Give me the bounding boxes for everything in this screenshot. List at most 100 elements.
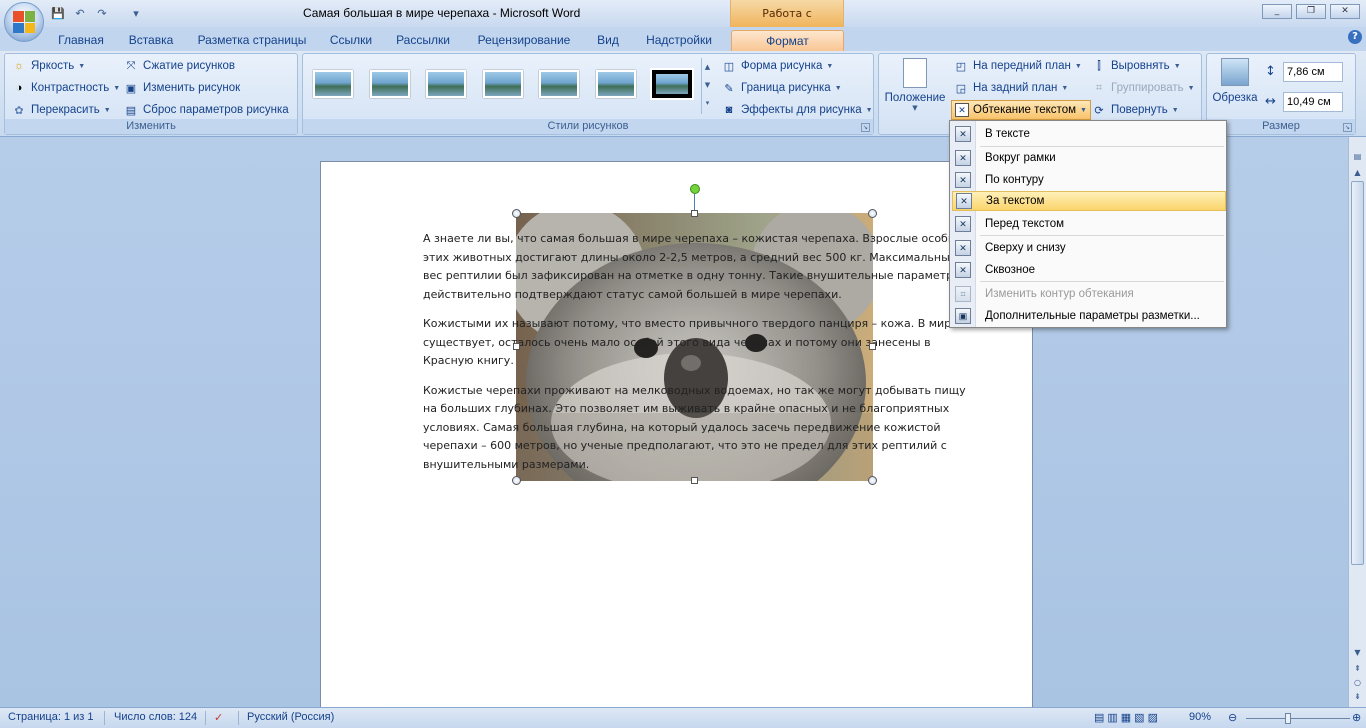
rotate-button[interactable]: ⟳ Повернуть ▼ xyxy=(1091,100,1178,120)
zoom-slider[interactable] xyxy=(1246,718,1350,719)
browse-object-icon[interactable]: ○ xyxy=(1352,677,1363,688)
scroll-down-icon[interactable]: ▼ xyxy=(1352,647,1363,658)
group-adjust-label: Изменить xyxy=(5,119,297,134)
menu-item-tight[interactable]: ✕ По контуру xyxy=(952,170,1226,190)
menu-item-inline[interactable]: ✕ В тексте xyxy=(952,124,1226,144)
contrast-label: Контрастность xyxy=(31,82,110,94)
send-to-back-button[interactable]: ◲ На задний план ▼ xyxy=(953,78,1069,98)
picture-style-thumbnail[interactable] xyxy=(648,66,696,102)
resize-handle-n[interactable] xyxy=(691,210,698,217)
picture-shape-button[interactable]: ◫ Форма рисунка ▼ xyxy=(721,56,834,76)
menu-item-in-front[interactable]: ✕ Перед текстом xyxy=(952,214,1226,234)
vertical-scrollbar[interactable]: ▤ ▲ ▼ ⇞ ○ ⇟ xyxy=(1348,137,1366,707)
size-dialog-launcher[interactable]: ↘ xyxy=(1343,123,1352,132)
tab-page-layout[interactable]: Разметка страницы xyxy=(192,30,312,51)
group-button[interactable]: ⌗ Группировать ▼ xyxy=(1091,78,1195,98)
wrap-text-icon: ✕ xyxy=(955,103,969,117)
styles-dialog-launcher[interactable]: ↘ xyxy=(861,123,870,132)
width-icon: ↔ xyxy=(1265,94,1276,109)
language[interactable]: Русский (Россия) xyxy=(247,711,334,723)
tab-view[interactable]: Вид xyxy=(590,30,626,51)
zoom-slider-thumb[interactable] xyxy=(1285,713,1291,724)
recolor-button[interactable]: ✿ Перекрасить ▼ xyxy=(11,100,110,120)
resize-handle-se[interactable] xyxy=(868,476,877,485)
menu-item-top-bottom[interactable]: ✕ Сверху и снизу xyxy=(952,238,1226,258)
menu-item-label: По контуру xyxy=(985,174,1044,186)
crop-label: Обрезка xyxy=(1212,92,1258,104)
proofing-icon[interactable]: ✓ xyxy=(214,711,223,724)
customize-qat-icon[interactable]: ▾ xyxy=(128,5,144,21)
undo-icon[interactable]: ↶ xyxy=(72,5,88,21)
crop-icon xyxy=(1221,58,1249,86)
zoom-level[interactable]: 90% xyxy=(1189,711,1211,723)
menu-item-edit-wrap-points[interactable]: ⌗ Изменить контур обтекания xyxy=(952,284,1226,304)
reset-picture-button[interactable]: ▤ Сброс параметров рисунка xyxy=(123,100,289,120)
help-icon[interactable]: ? xyxy=(1348,30,1362,44)
next-page-icon[interactable]: ⇟ xyxy=(1352,691,1363,702)
picture-style-thumbnail[interactable] xyxy=(366,66,414,102)
tab-addins[interactable]: Надстройки xyxy=(636,30,722,51)
bring-to-front-button[interactable]: ◰ На передний план ▼ xyxy=(953,56,1082,76)
scroll-thumb[interactable] xyxy=(1351,181,1364,565)
style-preview-image xyxy=(426,70,466,98)
picture-style-thumbnail[interactable] xyxy=(479,66,527,102)
picture-effects-button[interactable]: ◙ Эффекты для рисунка ▼ xyxy=(721,100,873,120)
picture-style-thumbnail[interactable] xyxy=(422,66,470,102)
ruler-toggle-icon[interactable]: ▤ xyxy=(1352,151,1363,162)
gallery-scroll[interactable]: ▲ ▼ ▾ xyxy=(701,58,713,114)
align-button[interactable]: ⫿ Выровнять ▼ xyxy=(1091,56,1180,76)
save-icon[interactable]: 💾 xyxy=(50,5,66,21)
resize-handle-w[interactable] xyxy=(513,343,520,350)
picture-border-button[interactable]: ✎ Граница рисунка ▼ xyxy=(721,78,841,98)
contrast-button[interactable]: ◑ Контрастность ▼ xyxy=(11,78,121,98)
wrap-text-button[interactable]: ✕ Обтекание текстом ▼ xyxy=(951,100,1091,120)
word-count[interactable]: Число слов: 124 xyxy=(114,711,197,723)
menu-item-behind-text[interactable]: ✕ За текстом xyxy=(952,191,1226,211)
tab-format[interactable]: Формат xyxy=(731,30,844,51)
scroll-up-icon[interactable]: ▲ xyxy=(1352,167,1363,178)
brightness-button[interactable]: ☼ Яркость ▼ xyxy=(11,56,85,76)
picture-effects-label: Эффекты для рисунка xyxy=(741,104,862,116)
align-label: Выровнять xyxy=(1111,60,1170,72)
office-button[interactable] xyxy=(4,2,44,42)
compress-pictures-button[interactable]: ⤧ Сжатие рисунков xyxy=(123,56,235,76)
width-input[interactable] xyxy=(1283,92,1343,112)
height-input[interactable] xyxy=(1283,62,1343,82)
resize-handle-s[interactable] xyxy=(691,477,698,484)
tab-insert[interactable]: Вставка xyxy=(120,30,182,51)
picture-style-thumbnail[interactable] xyxy=(535,66,583,102)
tab-home[interactable]: Главная xyxy=(52,30,110,51)
position-icon xyxy=(903,58,927,88)
change-picture-button[interactable]: ▣ Изменить рисунок xyxy=(123,78,240,98)
tab-mailings[interactable]: Рассылки xyxy=(390,30,456,51)
crop-button[interactable]: Обрезка xyxy=(1211,56,1259,116)
position-button[interactable]: Положение ▼ xyxy=(883,56,947,116)
zoom-in-icon[interactable]: ⊕ xyxy=(1352,711,1361,724)
send-back-label: На задний план xyxy=(973,82,1058,94)
menu-item-more-layout[interactable]: ▣ Дополнительные параметры разметки... xyxy=(952,306,1226,326)
align-icon: ⫿ xyxy=(1097,59,1101,72)
picture-shape-icon: ◫ xyxy=(723,60,735,73)
redo-icon[interactable]: ↷ xyxy=(94,5,110,21)
resize-handle-ne[interactable] xyxy=(868,209,877,218)
resize-handle-nw[interactable] xyxy=(512,209,521,218)
tab-review[interactable]: Рецензирование xyxy=(466,30,582,51)
tab-references[interactable]: Ссылки xyxy=(322,30,380,51)
prev-page-icon[interactable]: ⇞ xyxy=(1352,663,1363,674)
view-buttons[interactable]: ▤▥▦▧▨ xyxy=(1094,711,1161,724)
menu-item-square[interactable]: ✕ Вокруг рамки xyxy=(952,148,1226,168)
picture-style-thumbnail[interactable] xyxy=(592,66,640,102)
resize-handle-sw[interactable] xyxy=(512,476,521,485)
menu-item-through[interactable]: ✕ Сквозное xyxy=(952,260,1226,280)
picture-shape-label: Форма рисунка xyxy=(741,60,823,72)
zoom-out-icon[interactable]: ⊖ xyxy=(1228,711,1237,724)
close-button[interactable]: ✕ xyxy=(1330,4,1360,19)
rotation-handle[interactable] xyxy=(690,184,700,194)
restore-button[interactable]: ❐ xyxy=(1296,4,1326,19)
picture-style-thumbnail[interactable] xyxy=(309,66,357,102)
page-count[interactable]: Страница: 1 из 1 xyxy=(8,711,94,723)
resize-handle-e[interactable] xyxy=(869,343,876,350)
minimize-button[interactable]: _ xyxy=(1262,4,1292,19)
style-preview-image xyxy=(313,70,353,98)
document-text[interactable]: А знаете ли вы, что самая большая в мире… xyxy=(423,230,968,485)
